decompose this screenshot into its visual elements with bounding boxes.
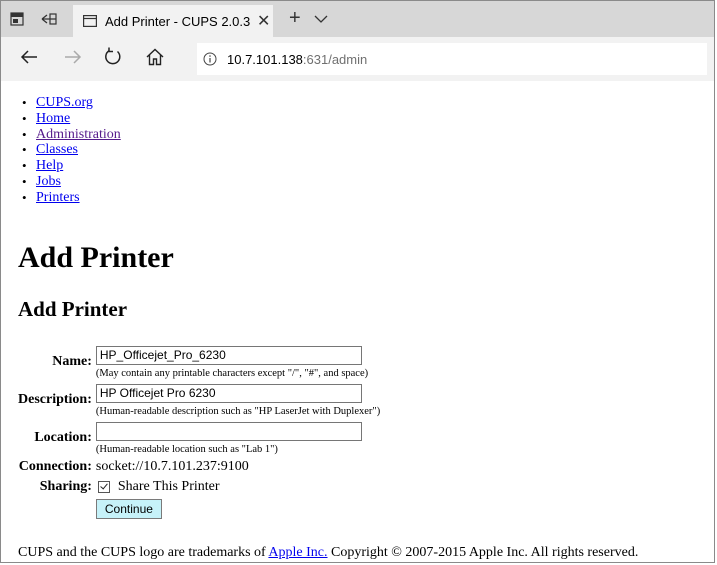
location-label: Location: xyxy=(34,430,92,445)
back-arrow-icon[interactable] xyxy=(19,47,39,72)
tab-bar: Add Printer - CUPS 2.0.3 ✕ + xyxy=(1,1,714,37)
url-host: 10.7.101.138 xyxy=(227,51,303,67)
url-path: :631/admin xyxy=(302,51,368,67)
location-input[interactable] xyxy=(95,422,362,441)
name-label: Name: xyxy=(52,354,92,369)
chevron-down-icon[interactable] xyxy=(314,11,328,29)
footer-suffix: Copyright © 2007-2015 Apple Inc. All rig… xyxy=(327,545,639,560)
description-input[interactable] xyxy=(95,384,362,403)
link-administration[interactable]: Administration xyxy=(36,127,121,142)
page-content: CUPS.org Home Administration Classes Hel… xyxy=(18,95,708,560)
navigation-bar: 10.7.101.138:631/admin xyxy=(1,37,714,81)
form-row-location: Location: (Human-readable location such … xyxy=(18,419,380,457)
tab-title: Add Printer - CUPS 2.0.3 xyxy=(105,13,251,29)
form-row-name: Name: (May contain any printable charact… xyxy=(18,343,380,381)
location-hint: (Human-readable location such as "Lab 1"… xyxy=(95,444,278,455)
description-hint: (Human-readable description such as "HP … xyxy=(95,406,381,417)
new-tab-button[interactable]: + xyxy=(289,8,301,28)
tab-add-printer[interactable]: Add Printer - CUPS 2.0.3 ✕ xyxy=(73,5,273,37)
form-row-submit: Continue xyxy=(18,497,380,519)
home-icon[interactable] xyxy=(145,47,165,72)
apple-link[interactable]: Apple Inc. xyxy=(268,545,327,560)
info-icon[interactable] xyxy=(203,52,217,66)
link-jobs[interactable]: Jobs xyxy=(36,174,61,189)
connection-value: socket://10.7.101.237:9100 xyxy=(95,459,249,474)
description-label: Description: xyxy=(18,392,92,407)
name-input[interactable] xyxy=(95,346,362,365)
tab-actions-icon[interactable] xyxy=(7,9,27,29)
close-tab-icon[interactable]: ✕ xyxy=(257,11,270,31)
form-row-connection: Connection: socket://10.7.101.237:9100 xyxy=(18,457,380,477)
sharing-label: Sharing: xyxy=(39,479,92,494)
list-item: CUPS.org xyxy=(22,95,708,111)
connection-label: Connection: xyxy=(18,459,92,474)
link-help[interactable]: Help xyxy=(36,158,63,173)
list-item: Printers xyxy=(22,190,708,206)
footer: CUPS and the CUPS logo are trademarks of… xyxy=(18,545,638,561)
address-bar[interactable]: 10.7.101.138:631/admin xyxy=(197,43,707,75)
list-item: Jobs xyxy=(22,174,708,190)
link-cups-org[interactable]: CUPS.org xyxy=(36,95,93,110)
form-row-description: Description: (Human-readable description… xyxy=(18,381,380,419)
list-item: Classes xyxy=(22,142,708,158)
set-aside-tabs-icon[interactable] xyxy=(39,9,59,29)
site-nav-list: CUPS.org Home Administration Classes Hel… xyxy=(18,95,708,206)
page-icon xyxy=(83,15,97,27)
forward-arrow-icon[interactable] xyxy=(63,47,83,72)
add-printer-form: Name: (May contain any printable charact… xyxy=(18,343,380,519)
list-item: Administration xyxy=(22,127,708,143)
share-option: Share This Printer xyxy=(94,477,380,497)
refresh-icon[interactable] xyxy=(103,47,123,72)
name-hint: (May contain any printable characters ex… xyxy=(95,368,369,379)
footer-prefix: CUPS and the CUPS logo are trademarks of xyxy=(18,545,269,560)
share-checkbox[interactable] xyxy=(97,481,110,493)
page-title: Add Printer xyxy=(18,241,174,274)
share-checkbox-label[interactable]: Share This Printer xyxy=(118,477,220,497)
link-classes[interactable]: Classes xyxy=(36,142,78,157)
continue-button[interactable]: Continue xyxy=(95,499,162,519)
form-row-sharing: Sharing: Share This Printer xyxy=(18,477,380,497)
link-printers[interactable]: Printers xyxy=(36,190,80,205)
link-home[interactable]: Home xyxy=(36,111,70,126)
list-item: Home xyxy=(22,111,708,127)
list-item: Help xyxy=(22,158,708,174)
section-title: Add Printer xyxy=(18,297,128,321)
